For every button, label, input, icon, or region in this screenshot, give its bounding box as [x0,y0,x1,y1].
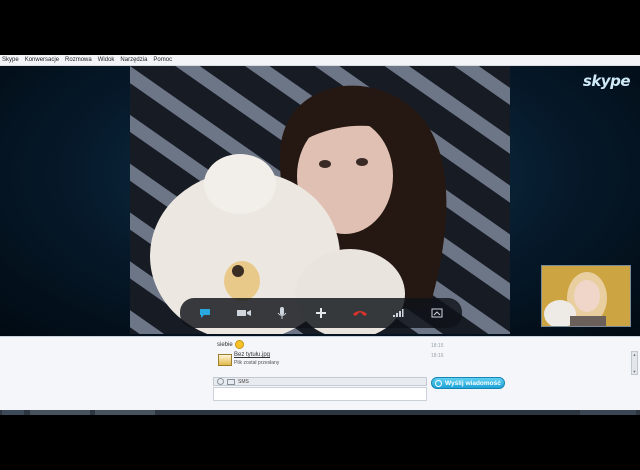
microphone-icon [278,307,287,319]
message-input[interactable] [213,387,427,401]
input-toolbar: SMS [213,377,427,386]
menu-skype[interactable]: Skype [2,55,19,66]
remote-video [130,66,510,334]
video-icon [236,310,251,316]
screen: Skype Konwersacje Rozmowa Widok Narzędzi… [0,0,640,470]
start-button[interactable] [2,410,24,415]
menu-narzedzia[interactable]: Narzędzia [120,55,147,66]
menu-bar: Skype Konwersacje Rozmowa Widok Narzędzi… [0,55,640,66]
taskbar [0,410,640,415]
menu-pomoc[interactable]: Pomoc [153,55,172,66]
video-button[interactable] [233,303,255,323]
add-button[interactable] [310,303,332,323]
chat-icon [200,309,211,318]
signal-icon [393,309,404,317]
hangup-button[interactable] [349,303,371,323]
call-area: skype [0,66,640,336]
message-time: 18:15 [431,343,444,349]
self-view-video[interactable] [541,265,631,327]
chat-scrollbar[interactable]: ▲ ▼ [631,351,638,375]
skype-logo: skype [582,72,631,90]
call-controls [180,298,462,328]
scroll-down-icon[interactable]: ▼ [632,369,637,374]
microphone-button[interactable] [271,303,293,323]
send-icon [435,379,442,387]
menu-rozmowa[interactable]: Rozmowa [65,55,92,66]
menu-konwersacje[interactable]: Konwersacje [25,55,59,66]
fullscreen-button[interactable] [426,303,448,323]
scroll-up-icon[interactable]: ▲ [632,352,637,357]
sms-icon[interactable] [227,378,235,385]
send-message-button[interactable]: Wyślij wiadomość [431,377,505,389]
message-text: siebie [217,342,233,348]
chat-toggle-button[interactable] [194,303,216,323]
hangup-icon [352,311,367,316]
taskbar-item-2[interactable] [95,410,155,415]
file-time: 18:16 [431,353,444,359]
smiley-icon[interactable] [217,378,224,385]
file-name-link[interactable]: Bez tytułu.jpg [234,352,270,358]
image-file-icon [218,354,232,366]
smile-emoticon-icon [235,340,244,349]
taskbar-item-1[interactable] [30,410,90,415]
file-status: Plik został przesłany [234,360,280,366]
menu-widok[interactable]: Widok [98,55,115,66]
send-message-label: Wyślij wiadomość [445,379,501,387]
plus-icon [315,308,326,318]
system-tray [580,410,636,415]
fullscreen-icon [431,308,443,318]
call-quality-button[interactable] [387,303,409,323]
sms-label[interactable]: SMS [238,379,249,385]
